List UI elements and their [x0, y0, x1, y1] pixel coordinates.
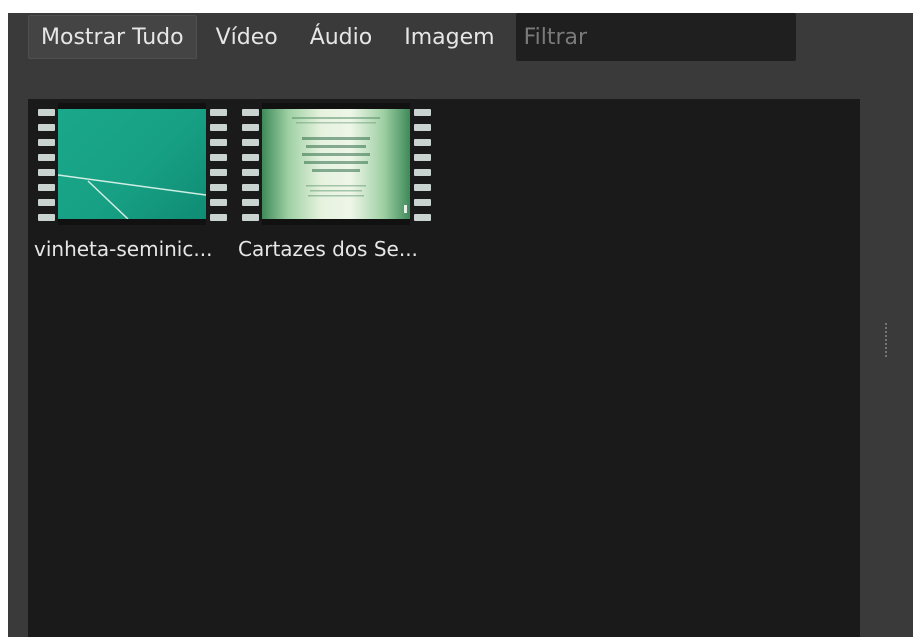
media-item[interactable]: vinheta-seminic... [34, 103, 230, 261]
resize-handle[interactable] [884, 322, 888, 358]
show-all-button[interactable]: Mostrar Tudo [28, 15, 197, 59]
audio-filter-button[interactable]: Áudio [297, 15, 386, 59]
film-strip-icon [206, 103, 230, 225]
film-strip-icon [34, 103, 58, 225]
filter-toolbar: Mostrar Tudo Vídeo Áudio Imagem [28, 12, 796, 62]
video-frame [58, 109, 206, 219]
video-thumbnail [34, 103, 230, 225]
video-thumbnail [238, 103, 434, 225]
media-item-label: Cartazes dos Se... [238, 237, 418, 261]
media-list[interactable]: vinheta-seminic... Cartazes dos Se... [28, 99, 860, 637]
video-filter-button[interactable]: Vídeo [203, 15, 291, 59]
filter-input[interactable] [515, 13, 796, 61]
film-strip-icon [238, 103, 262, 225]
media-item-label: vinheta-seminic... [34, 237, 213, 261]
media-item[interactable]: Cartazes dos Se... [238, 103, 434, 261]
film-strip-icon [410, 103, 434, 225]
poster-frame [262, 109, 410, 219]
image-filter-button[interactable]: Imagem [391, 15, 507, 59]
